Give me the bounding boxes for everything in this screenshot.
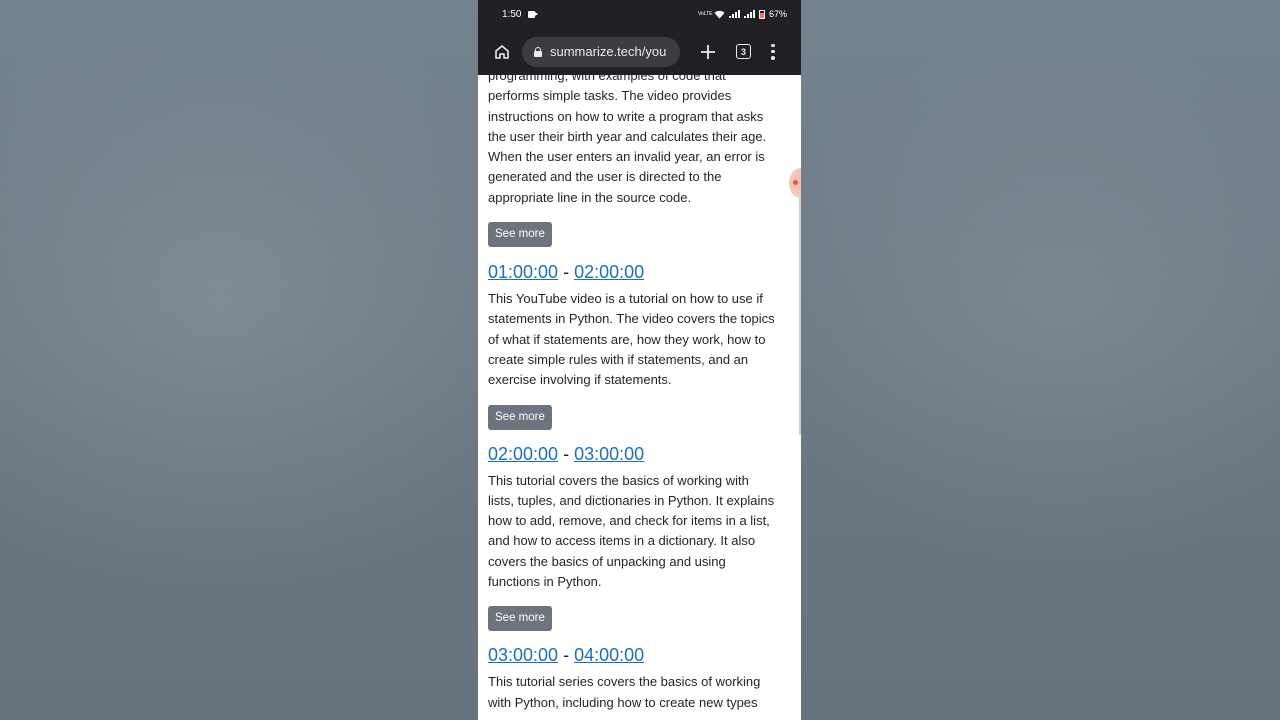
- status-time: 1:50: [502, 8, 522, 20]
- battery-percent: 67%: [768, 9, 787, 19]
- home-icon[interactable]: [490, 40, 514, 64]
- wifi-icon: [714, 10, 725, 18]
- see-more-button[interactable]: See more: [488, 404, 552, 430]
- tab-count: 3: [740, 46, 746, 57]
- see-more-button[interactable]: See more: [488, 222, 552, 248]
- screen-record-icon: [528, 10, 539, 18]
- section-0: programming, with examples of code that …: [488, 75, 788, 248]
- time-range: 02:00:00-03:00:00: [488, 443, 645, 464]
- time-range: 01:00:00-02:00:00: [488, 262, 645, 283]
- page-content: programming, with examples of code that …: [488, 75, 788, 720]
- status-bar: 1:50 VoLTE 67%: [478, 0, 801, 28]
- signal-icon-2: [743, 10, 755, 18]
- summary-text: This tutorial covers the basics of worki…: [488, 472, 775, 590]
- start-time-link[interactable]: 03:00:00: [488, 645, 558, 665]
- tabs-icon[interactable]: 3: [736, 44, 751, 59]
- address-bar[interactable]: summarize.tech/you: [522, 36, 680, 67]
- volte-label: VoLTE: [697, 11, 713, 17]
- url-text: summarize.tech/you: [550, 44, 667, 59]
- start-time-link[interactable]: 02:00:00: [488, 444, 558, 464]
- section-2: 02:00:00-03:00:00 This tutorial covers t…: [488, 443, 788, 632]
- phone-screen: 1:50 VoLTE 67% summarize.tech/you 3 prog…: [478, 0, 801, 720]
- summary-text: programming, with examples of code that …: [488, 75, 767, 205]
- end-time-link[interactable]: 04:00:00: [574, 645, 644, 665]
- plus-icon[interactable]: [698, 42, 718, 62]
- battery-icon: [758, 9, 765, 19]
- status-icons: VoLTE 67%: [698, 9, 787, 19]
- summary-text: This YouTube video is a tutorial on how …: [488, 291, 775, 388]
- end-time-link[interactable]: 02:00:00: [574, 262, 644, 282]
- more-vert-icon[interactable]: [771, 43, 775, 60]
- summary-text: This tutorial series covers the basics o…: [488, 674, 761, 710]
- section-3: 03:00:00-04:00:00 This tutorial series c…: [488, 644, 788, 713]
- floating-bubble-icon[interactable]: [789, 168, 801, 198]
- scrollbar-thumb[interactable]: [799, 195, 801, 435]
- signal-icon: [728, 10, 740, 18]
- lock-icon: [534, 46, 542, 57]
- browser-toolbar: summarize.tech/you 3: [478, 28, 801, 75]
- see-more-button[interactable]: See more: [488, 606, 552, 632]
- start-time-link[interactable]: 01:00:00: [488, 262, 558, 282]
- end-time-link[interactable]: 03:00:00: [574, 444, 644, 464]
- section-1: 01:00:00-02:00:00 This YouTube video is …: [488, 261, 788, 430]
- time-range: 03:00:00-04:00:00: [488, 645, 645, 666]
